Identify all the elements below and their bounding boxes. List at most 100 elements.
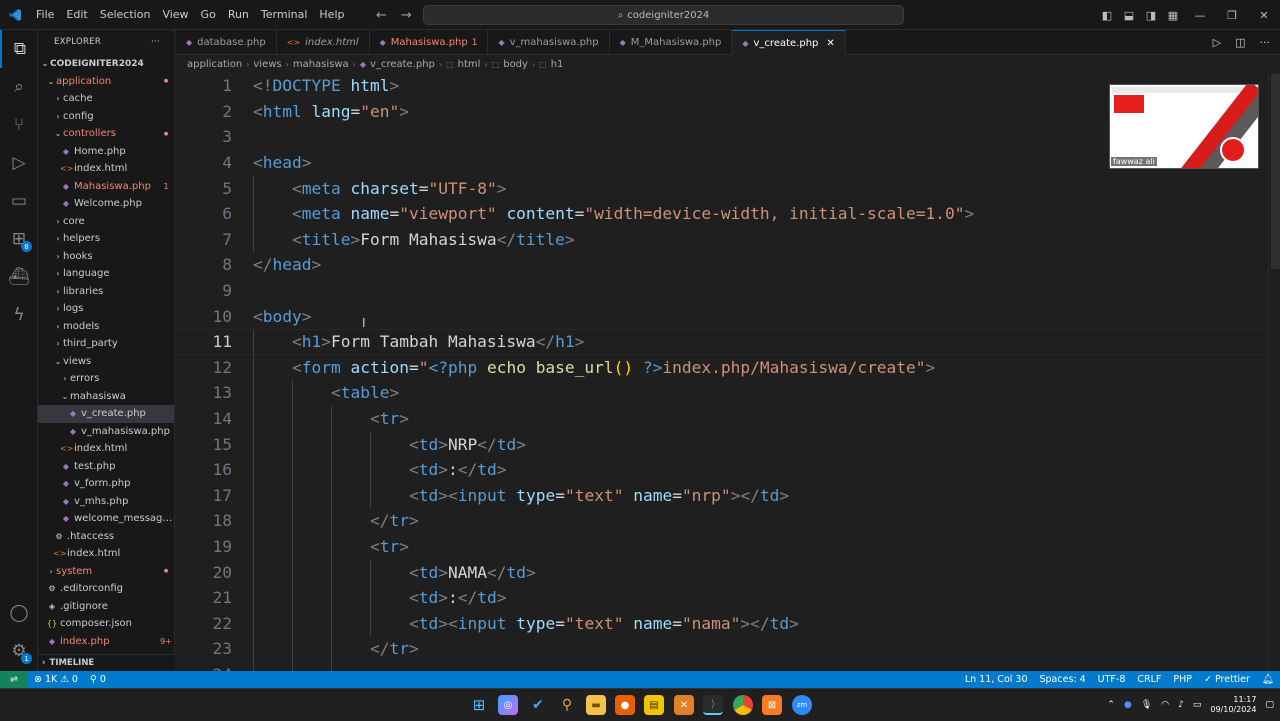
code-line[interactable]: 10 <body>	[176, 303, 1268, 329]
xampp-control-icon[interactable]: ⊠	[762, 695, 782, 715]
minimize-icon[interactable]: —	[1184, 9, 1216, 22]
code-line[interactable]: 2 <html lang="en">	[176, 99, 1268, 125]
tray-overflow-icon[interactable]: ⌃	[1107, 700, 1115, 710]
problems-indicator[interactable]: ⊗ 1K ⚠ 0	[28, 674, 84, 685]
search-taskbar-icon[interactable]: ⚲	[557, 695, 577, 715]
code-line[interactable]: 24	[176, 661, 1268, 671]
timeline-section[interactable]: › TIMELINE	[38, 654, 175, 671]
docker-icon[interactable]: ⛴	[0, 258, 38, 296]
code-line[interactable]: 19 <tr>	[176, 533, 1268, 560]
menu-file[interactable]: File	[30, 0, 60, 30]
line-endings[interactable]: CRLF	[1131, 674, 1167, 685]
code-line[interactable]: 23 </tr>	[176, 636, 1268, 662]
folder-item[interactable]: › logs	[38, 300, 174, 318]
run-file-icon[interactable]: ▷	[1213, 36, 1221, 49]
breadcrumb-item[interactable]: h1	[551, 59, 564, 70]
breadcrumb-item[interactable]: v_create.php	[370, 59, 435, 70]
todo-icon[interactable]: ✔	[528, 695, 548, 715]
file-item[interactable]: ◆ welcome_message...	[38, 510, 174, 528]
breadcrumb-item[interactable]: html	[458, 59, 481, 70]
folder-item[interactable]: › libraries	[38, 283, 174, 301]
zoom-icon[interactable]: zm	[792, 695, 812, 715]
code-line[interactable]: 15 <td>NRP</td>	[176, 431, 1268, 457]
folder-item[interactable]: › language	[38, 265, 174, 283]
command-center-search[interactable]: ⌕ codeigniter2024	[423, 5, 904, 25]
source-control-icon[interactable]: ⑂	[0, 106, 38, 144]
menu-view[interactable]: View	[156, 0, 194, 30]
encoding[interactable]: UTF-8	[1092, 674, 1132, 685]
wifi-icon[interactable]: ◠	[1161, 700, 1169, 710]
vscode-taskbar-icon[interactable]: ⟩	[703, 695, 723, 715]
editor-tab[interactable]: ◆ database.php	[176, 30, 277, 55]
more-editor-actions-icon[interactable]: ···	[1260, 36, 1271, 49]
search-view-icon[interactable]: ⌕	[0, 68, 38, 106]
file-item[interactable]: <> index.html	[38, 545, 174, 563]
file-item[interactable]: ◆ v_create.php	[38, 405, 174, 423]
folder-item[interactable]: › models	[38, 318, 174, 336]
folder-item[interactable]: ⌄ views	[38, 353, 174, 371]
editor-scrollbar[interactable]	[1268, 74, 1280, 671]
code-line[interactable]: 5 <meta charset="UTF-8">	[176, 175, 1268, 201]
file-item[interactable]: ⚙ .editorconfig	[38, 580, 174, 598]
restore-icon[interactable]: ❐	[1216, 9, 1248, 22]
file-item[interactable]: ◆ v_mhs.php	[38, 493, 174, 511]
folder-item[interactable]: › core	[38, 213, 174, 231]
remote-indicator-icon[interactable]: ⇌	[0, 671, 28, 688]
code-line[interactable]: 18 </tr>	[176, 508, 1268, 534]
code-line[interactable]: 11 <h1>Form Tambah Mahasiswa</h1>	[176, 329, 1268, 356]
folder-item[interactable]: › third_party	[38, 335, 174, 353]
sticky-notes-icon[interactable]: ▤	[644, 695, 664, 715]
extensions-icon[interactable]: ⊞ 8	[0, 220, 38, 258]
breadcrumb-item[interactable]: mahasiswa	[293, 59, 349, 70]
folder-item[interactable]: › system ●	[38, 563, 174, 581]
more-actions-icon[interactable]: ···	[151, 37, 160, 47]
editor-tab[interactable]: ◆ Mahasiswa.php 1	[370, 30, 489, 55]
editor-tab[interactable]: <> index.html	[277, 30, 370, 55]
file-item[interactable]: ◈ .gitignore	[38, 598, 174, 616]
toggle-secondary-sidebar-icon[interactable]: ◨	[1140, 9, 1162, 22]
menu-run[interactable]: Run	[222, 0, 255, 30]
file-item[interactable]: ◆ index.php 9+	[38, 633, 174, 651]
thunder-client-icon[interactable]: ϟ	[0, 296, 38, 334]
account-icon[interactable]: ◯	[0, 594, 38, 632]
indentation[interactable]: Spaces: 4	[1034, 674, 1092, 685]
run-debug-icon[interactable]: ▷	[0, 144, 38, 182]
folder-item[interactable]: › hooks	[38, 248, 174, 266]
folder-item[interactable]: ⌄ mahasiswa	[38, 388, 174, 406]
notification-center-icon[interactable]: ▢	[1265, 700, 1274, 710]
xampp-icon[interactable]: ✕	[674, 695, 694, 715]
windows-start-icon[interactable]: ⊞	[469, 695, 489, 715]
file-item[interactable]: ◆ Home.php	[38, 143, 174, 161]
menu-edit[interactable]: Edit	[60, 0, 93, 30]
code-line[interactable]: 3	[176, 124, 1268, 150]
file-item[interactable]: {} composer.json	[38, 615, 174, 633]
chrome-icon[interactable]	[733, 695, 753, 715]
code-line[interactable]: 1 <!DOCTYPE html>	[176, 74, 1268, 99]
file-item[interactable]: ◆ test.php	[38, 458, 174, 476]
code-line[interactable]: 9	[176, 278, 1268, 304]
file-item[interactable]: <> index.html	[38, 160, 174, 178]
file-item[interactable]: ◆ Welcome.php	[38, 195, 174, 213]
close-window-icon[interactable]: ✕	[1248, 9, 1280, 22]
clock[interactable]: 11:17 09/10/2024	[1210, 695, 1256, 715]
folder-item[interactable]: › config	[38, 108, 174, 126]
folder-item[interactable]: › helpers	[38, 230, 174, 248]
code-line[interactable]: 22 <td><input type="text" name="nama"></t…	[176, 610, 1268, 637]
file-explorer-icon[interactable]: ▬	[586, 695, 606, 715]
zoom-tray-icon[interactable]: ●	[1124, 700, 1132, 710]
code-line[interactable]: 7 <title>Form Mahasiswa</title>	[176, 226, 1268, 253]
forward-arrow-icon[interactable]: →	[401, 8, 412, 23]
battery-icon[interactable]: ▭	[1193, 700, 1202, 710]
file-item[interactable]: ⚙ .htaccess	[38, 528, 174, 546]
microphone-icon[interactable]: 🎙︎	[1141, 700, 1152, 710]
code-line[interactable]: 16 <td>:</td>	[176, 457, 1268, 483]
folder-item[interactable]: ⌄ controllers ●	[38, 125, 174, 143]
code-editor[interactable]: 1 <!DOCTYPE html> 2 <html lang="en"> 3 4 <head…	[176, 74, 1268, 671]
code-line[interactable]: 8 </head>	[176, 252, 1268, 278]
code-line[interactable]: 20 <td>NAMA</td>	[176, 559, 1268, 585]
menu-selection[interactable]: Selection	[94, 0, 157, 30]
code-line[interactable]: 4 <head>	[176, 150, 1268, 176]
copilot-icon[interactable]: ◎	[498, 695, 518, 715]
code-line[interactable]: 14 <tr>	[176, 405, 1268, 432]
toggle-panel-icon[interactable]: ⬓	[1118, 9, 1140, 22]
